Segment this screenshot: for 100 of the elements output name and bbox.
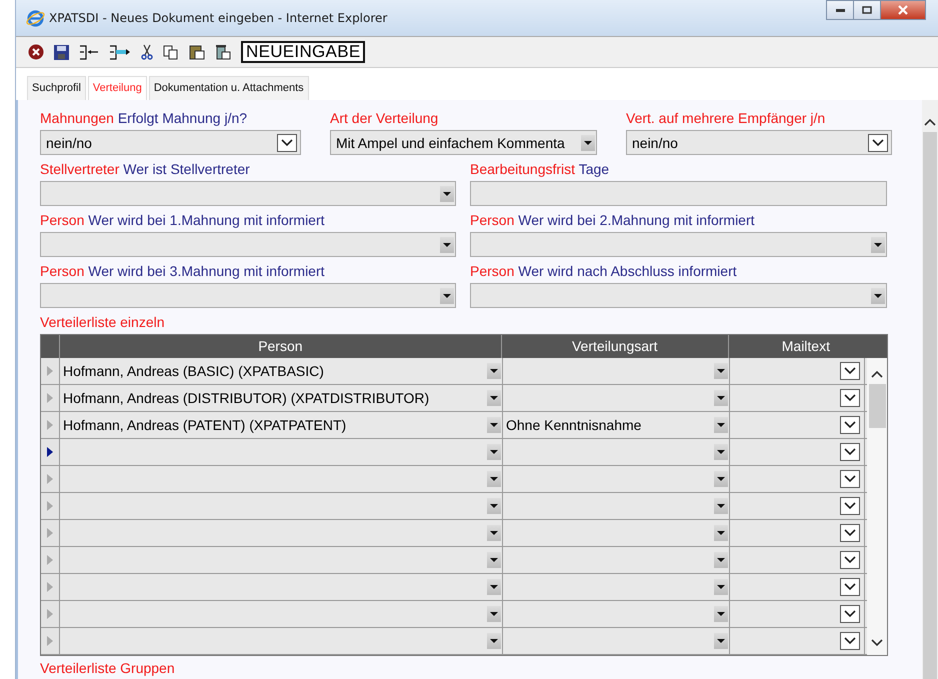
dropdown-button[interactable]: [714, 363, 728, 379]
save-icon[interactable]: [54, 44, 69, 60]
dropdown-button[interactable]: [487, 579, 501, 595]
dropdown-button[interactable]: [487, 363, 501, 379]
chevron-down-icon: [844, 610, 856, 618]
dropdown-button[interactable]: [714, 390, 728, 406]
export-icon[interactable]: [109, 44, 131, 60]
dropdown-button[interactable]: [714, 633, 728, 649]
minimize-button[interactable]: [826, 0, 854, 20]
field-label: Mahnungen Erfolgt Mahnung j/n?: [40, 110, 248, 127]
arrow-down-icon: [717, 558, 725, 562]
arrow-down-icon: [584, 140, 592, 144]
delete-icon[interactable]: [215, 44, 231, 60]
dropdown-button[interactable]: [487, 390, 501, 406]
scrollbar[interactable]: [922, 100, 938, 679]
scrollbar-thumb[interactable]: [868, 384, 886, 428]
arrow-down-icon: [490, 639, 498, 643]
scrollbar[interactable]: [867, 358, 887, 655]
dropdown-button[interactable]: [714, 498, 728, 514]
arrow-down-icon: [717, 477, 725, 481]
dropdown-button[interactable]: [487, 525, 501, 541]
chevron-down-icon: [844, 502, 856, 510]
chevron-down-icon: [844, 475, 856, 483]
dropdown-button[interactable]: [487, 633, 501, 649]
cancel-icon[interactable]: [28, 44, 44, 60]
section-title: Verteilerliste Gruppen: [40, 660, 176, 676]
field-label: Person Wer wird bei 1.Mahnung mit informiert: [40, 212, 326, 229]
scroll-down-icon[interactable]: [871, 639, 883, 647]
dropdown-field[interactable]: nein/no: [626, 130, 892, 155]
dropdown-button[interactable]: [487, 471, 501, 487]
arrow-down-icon: [443, 294, 451, 298]
chevron-down-icon: [844, 637, 856, 645]
scrollbar-thumb[interactable]: [923, 132, 937, 679]
row-arrow-icon: [47, 528, 53, 538]
dropdown-button[interactable]: [487, 552, 501, 568]
table-cell[interactable]: Hofmann, Andreas (PATENT) (XPATPATENT): [60, 412, 503, 438]
dropdown-button[interactable]: [714, 525, 728, 541]
arrow-down-icon: [874, 294, 882, 298]
copy-icon[interactable]: [163, 44, 179, 60]
tab[interactable]: Suchprofil: [27, 76, 86, 100]
dropdown-button[interactable]: [714, 471, 728, 487]
row-selector[interactable]: [41, 439, 60, 465]
dropdown-button[interactable]: [714, 444, 728, 460]
paste-icon[interactable]: [189, 44, 205, 60]
dropdown-button[interactable]: [714, 606, 728, 622]
close-button[interactable]: [880, 0, 926, 20]
dropdown-button[interactable]: [487, 498, 501, 514]
arrow-down-icon: [717, 585, 725, 589]
tab[interactable]: Verteilung: [88, 76, 147, 100]
minimize-icon: [836, 8, 844, 12]
input-field[interactable]: [470, 181, 887, 206]
dropdown-button[interactable]: [487, 444, 501, 460]
close-icon: [898, 5, 908, 15]
field-label: Vert. auf mehrere Empfänger j/n: [626, 110, 826, 127]
dropdown-button[interactable]: [487, 606, 501, 622]
window-title: XPATSDI - Neues Dokument eingeben - Internet Explorer: [49, 11, 388, 25]
combo-field[interactable]: [40, 283, 456, 308]
dropdown-button[interactable]: [714, 417, 728, 433]
arrow-down-icon: [490, 558, 498, 562]
arrow-down-icon: [490, 585, 498, 589]
chevron-down-icon: [844, 556, 856, 564]
chevron-down-icon: [281, 138, 293, 146]
arrow-down-icon: [490, 477, 498, 481]
combo-field[interactable]: [470, 232, 887, 257]
dropdown-field[interactable]: nein/no: [40, 130, 301, 155]
scroll-up-icon[interactable]: [924, 118, 936, 126]
arrow-down-icon: [717, 504, 725, 508]
scroll-up-icon[interactable]: [871, 370, 883, 378]
dropdown-button[interactable]: [440, 236, 454, 252]
table-cell[interactable]: Ohne Kenntnisnahme: [503, 412, 730, 438]
dropdown-button[interactable]: [871, 288, 885, 304]
arrow-down-icon: [490, 396, 498, 400]
field-label: Person Wer wird bei 2.Mahnung mit informiert: [470, 212, 756, 229]
field-label: Art der Verteilung: [330, 110, 440, 127]
dropdown-button[interactable]: [487, 417, 501, 433]
combo-field[interactable]: [40, 181, 456, 206]
dropdown-button[interactable]: [714, 552, 728, 568]
dropdown-button[interactable]: [440, 186, 454, 202]
browser-logo-icon: [26, 8, 45, 28]
dropdown-button[interactable]: [871, 236, 885, 252]
field-label: Stellvertreter Wer ist Stellvertreter: [40, 161, 251, 178]
maximize-icon: [862, 6, 872, 14]
column-header: Verteilungsart: [500, 335, 728, 358]
dropdown-button[interactable]: [714, 579, 728, 595]
import-icon[interactable]: [79, 44, 99, 60]
combo-field[interactable]: [470, 283, 887, 308]
maximize-button[interactable]: [853, 0, 881, 20]
cut-icon[interactable]: [141, 44, 153, 60]
row-arrow-icon: [47, 609, 53, 619]
table-cell[interactable]: Hofmann, Andreas (BASIC) (XPATBASIC): [60, 358, 503, 384]
row-arrow-icon: [47, 555, 53, 565]
combo-field[interactable]: Mit Ampel und einfachem Kommenta: [330, 130, 597, 155]
current-row-icon: [47, 447, 53, 457]
dropdown-button[interactable]: [581, 134, 595, 150]
row-arrow-icon: [47, 420, 53, 430]
combo-field[interactable]: [40, 232, 456, 257]
tab[interactable]: Dokumentation u. Attachments: [148, 76, 309, 100]
dropdown-button[interactable]: [440, 288, 454, 304]
table-cell[interactable]: Hofmann, Andreas (DISTRIBUTOR) (XPATDISTRIBUTOR): [60, 385, 503, 411]
field-label: Person Wer wird nach Abschluss informiert: [470, 263, 738, 280]
